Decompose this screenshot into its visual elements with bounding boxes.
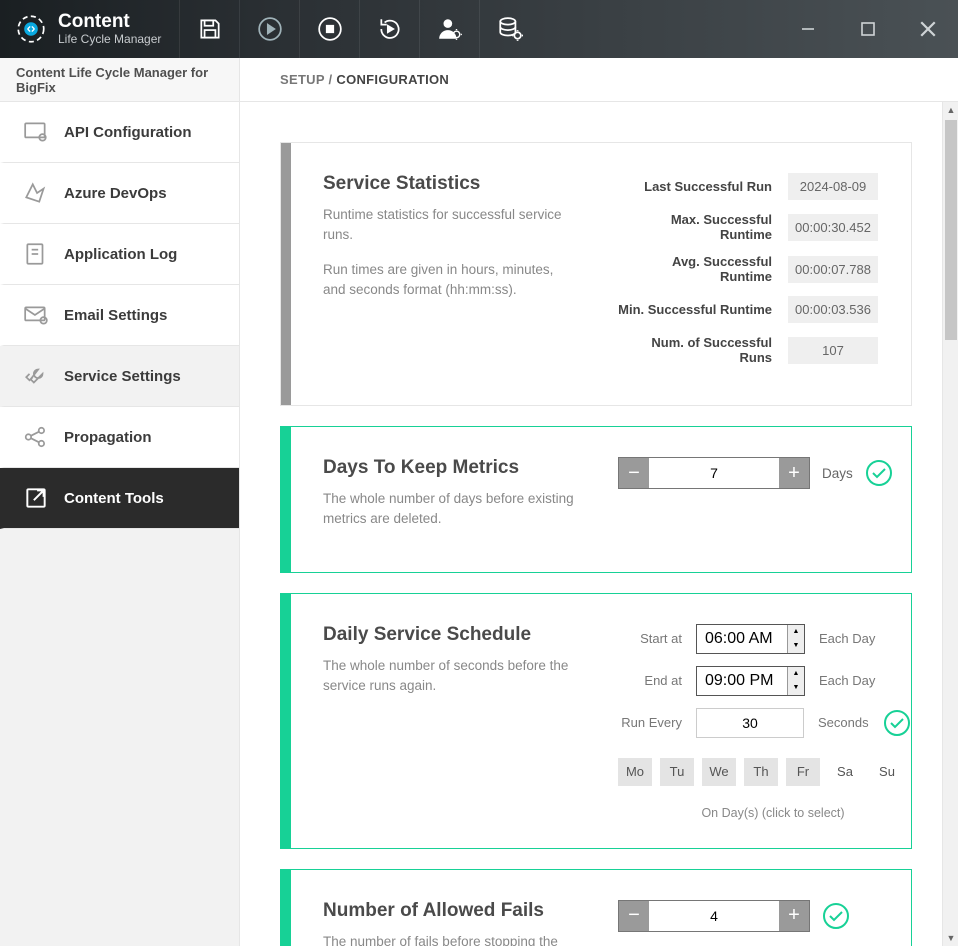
close-button[interactable] bbox=[898, 0, 958, 58]
replay-button[interactable] bbox=[359, 0, 419, 58]
nav-label: Service Settings bbox=[64, 368, 181, 385]
card-service-statistics: Service Statistics Runtime statistics fo… bbox=[280, 142, 912, 406]
card-title: Service Statistics bbox=[323, 173, 578, 195]
card-title: Number of Allowed Fails bbox=[323, 900, 578, 922]
spin-up[interactable]: ▲ bbox=[788, 667, 804, 681]
nav-api-configuration[interactable]: API Configuration bbox=[0, 102, 239, 163]
breadcrumb: SETUP / CONFIGURATION bbox=[240, 72, 489, 87]
save-button[interactable] bbox=[179, 0, 239, 58]
scroll-up-icon[interactable]: ▲ bbox=[943, 102, 958, 118]
play-button[interactable] bbox=[239, 0, 299, 58]
day-selector: Mo Tu We Th Fr Sa Su bbox=[618, 758, 928, 786]
decrement-button[interactable]: − bbox=[619, 901, 649, 931]
screen-gear-icon bbox=[22, 118, 50, 146]
minimize-button[interactable] bbox=[778, 0, 838, 58]
stat-value: 00:00:30.452 bbox=[788, 214, 878, 241]
product-tag: Content Life Cycle Manager for BigFix bbox=[0, 58, 240, 101]
metrics-stepper: − + bbox=[618, 457, 810, 489]
nav-label: Application Log bbox=[64, 246, 177, 263]
wrench-icon bbox=[22, 362, 50, 390]
card-desc: The whole number of days before existing… bbox=[323, 489, 578, 530]
app-logo-icon bbox=[14, 12, 48, 46]
increment-button[interactable]: + bbox=[779, 901, 809, 931]
day-fr[interactable]: Fr bbox=[786, 758, 820, 786]
fails-input[interactable] bbox=[649, 901, 779, 931]
spin-up[interactable]: ▲ bbox=[788, 625, 804, 639]
nav-label: Propagation bbox=[64, 429, 152, 446]
nav-email-settings[interactable]: Email Settings bbox=[0, 285, 239, 346]
maximize-button[interactable] bbox=[838, 0, 898, 58]
nav-label: API Configuration bbox=[64, 124, 192, 141]
log-icon bbox=[22, 240, 50, 268]
day-we[interactable]: We bbox=[702, 758, 736, 786]
card-allowed-fails: Number of Allowed Fails The number of fa… bbox=[280, 869, 912, 946]
card-title: Days To Keep Metrics bbox=[323, 457, 578, 479]
sidebar: API Configuration Azure DevOps Applicati… bbox=[0, 102, 240, 946]
scrollbar[interactable]: ▲ ▼ bbox=[942, 102, 958, 946]
app-title: Content bbox=[58, 12, 161, 33]
valid-check-icon bbox=[822, 902, 850, 930]
start-time-input[interactable]: ▲▼ bbox=[696, 624, 805, 654]
nav-content-tools[interactable]: Content Tools bbox=[0, 468, 239, 529]
breadcrumb-active: CONFIGURATION bbox=[336, 72, 449, 87]
card-desc: Run times are given in hours, minutes, a… bbox=[323, 260, 578, 301]
decrement-button[interactable]: − bbox=[619, 458, 649, 488]
end-time-input[interactable]: ▲▼ bbox=[696, 666, 805, 696]
app-logo: Content Life Cycle Manager bbox=[0, 12, 179, 46]
nav-label: Azure DevOps bbox=[64, 185, 167, 202]
day-th[interactable]: Th bbox=[744, 758, 778, 786]
scrollbar-thumb[interactable] bbox=[945, 120, 957, 340]
scroll-pane[interactable]: Service Statistics Runtime statistics fo… bbox=[240, 102, 942, 946]
run-every-input[interactable] bbox=[696, 708, 804, 738]
day-mo[interactable]: Mo bbox=[618, 758, 652, 786]
spin-down[interactable]: ▼ bbox=[788, 681, 804, 695]
nav-propagation[interactable]: Propagation bbox=[0, 407, 239, 468]
stat-value: 00:00:07.788 bbox=[788, 256, 878, 283]
start-label: Start at bbox=[618, 631, 682, 646]
card-title: Daily Service Schedule bbox=[323, 624, 578, 646]
every-label: Run Every bbox=[618, 715, 682, 730]
nav-azure-devops[interactable]: Azure DevOps bbox=[0, 163, 239, 224]
nav-label: Email Settings bbox=[64, 307, 167, 324]
stat-value: 00:00:03.536 bbox=[788, 296, 878, 323]
share-icon bbox=[22, 423, 50, 451]
nav-service-settings[interactable]: Service Settings bbox=[0, 346, 239, 407]
unit-label: Days bbox=[822, 466, 853, 481]
day-tu[interactable]: Tu bbox=[660, 758, 694, 786]
increment-button[interactable]: + bbox=[779, 458, 809, 488]
valid-check-icon bbox=[883, 709, 911, 737]
azure-icon bbox=[22, 179, 50, 207]
window-controls bbox=[778, 0, 958, 58]
card-desc: The whole number of seconds before the s… bbox=[323, 656, 578, 697]
titlebar: Content Life Cycle Manager bbox=[0, 0, 958, 58]
spin-down[interactable]: ▼ bbox=[788, 639, 804, 653]
nav-application-log[interactable]: Application Log bbox=[0, 224, 239, 285]
card-desc: The number of fails before stopping the … bbox=[323, 932, 578, 946]
stat-value: 2024-08-09 bbox=[788, 173, 878, 200]
toolbar bbox=[179, 0, 539, 58]
card-daily-service-schedule: Daily Service Schedule The whole number … bbox=[280, 593, 912, 849]
end-label: End at bbox=[618, 673, 682, 688]
app-subtitle: Life Cycle Manager bbox=[58, 33, 161, 46]
breadcrumb-root[interactable]: SETUP bbox=[280, 72, 325, 87]
stats-table: Last Successful Run2024-08-09 Max. Succe… bbox=[618, 173, 881, 377]
fails-stepper: − + bbox=[618, 900, 810, 932]
metrics-input[interactable] bbox=[649, 458, 779, 488]
day-sa[interactable]: Sa bbox=[828, 758, 862, 786]
card-days-to-keep-metrics: Days To Keep Metrics The whole number of… bbox=[280, 426, 912, 573]
stat-value: 107 bbox=[788, 337, 878, 364]
mail-gear-icon bbox=[22, 301, 50, 329]
user-settings-button[interactable] bbox=[419, 0, 479, 58]
days-hint: On Day(s) (click to select) bbox=[618, 806, 928, 820]
external-link-icon bbox=[22, 484, 50, 512]
stop-button[interactable] bbox=[299, 0, 359, 58]
nav-label: Content Tools bbox=[64, 490, 164, 507]
subheader: Content Life Cycle Manager for BigFix SE… bbox=[0, 58, 958, 102]
content-area: Service Statistics Runtime statistics fo… bbox=[240, 102, 958, 946]
day-su[interactable]: Su bbox=[870, 758, 904, 786]
scroll-down-icon[interactable]: ▼ bbox=[943, 930, 958, 946]
db-settings-button[interactable] bbox=[479, 0, 539, 58]
valid-check-icon bbox=[865, 459, 893, 487]
card-desc: Runtime statistics for successful servic… bbox=[323, 205, 578, 246]
